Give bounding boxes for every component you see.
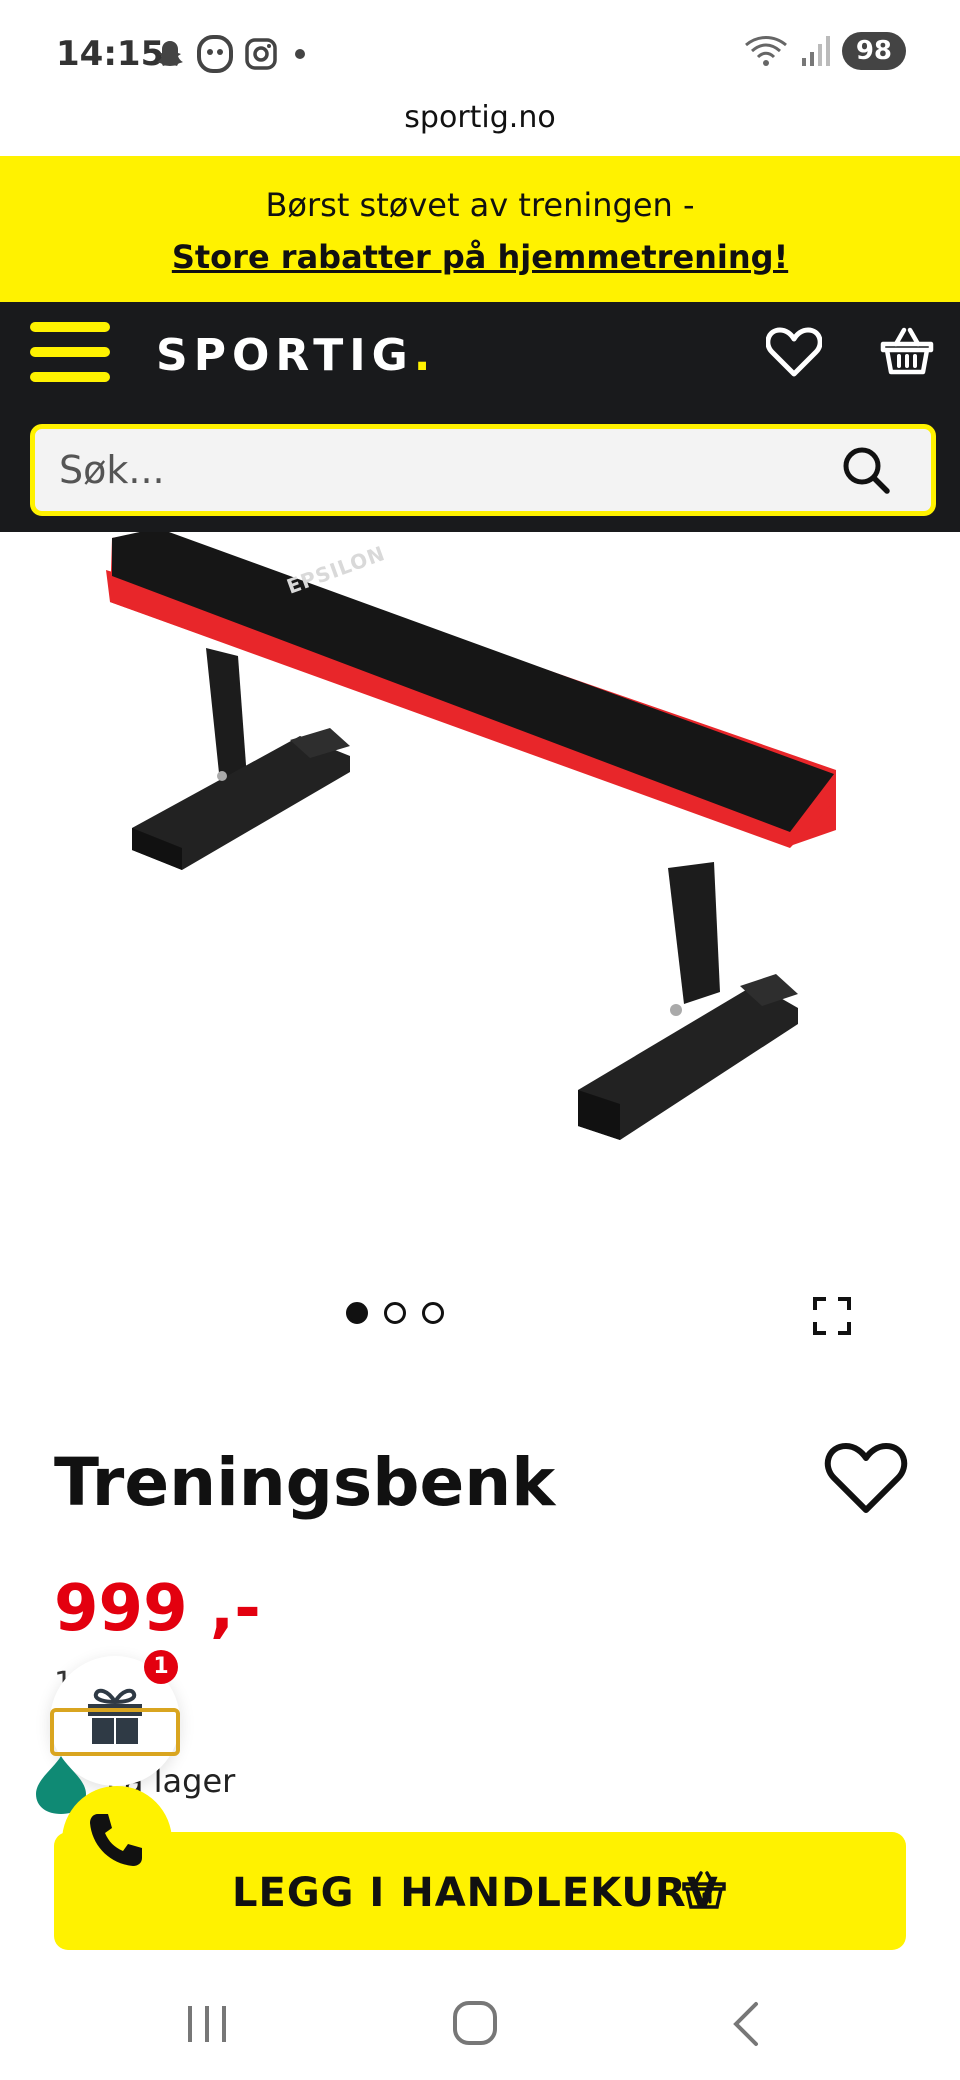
wishlist-heart-icon[interactable]: [766, 326, 822, 378]
browser-url[interactable]: sportig.no: [0, 100, 960, 135]
carousel-dot[interactable]: [422, 1302, 444, 1324]
add-to-cart-button[interactable]: LEGG I HANDLEKURV: [54, 1832, 906, 1950]
cart-basket-icon: [682, 1871, 726, 1909]
search-bar[interactable]: [30, 424, 936, 516]
product-price: 999 ,-: [54, 1572, 261, 1646]
add-to-cart-label: LEGG I HANDLEKURV: [232, 1870, 719, 1916]
dot-icon: [295, 49, 305, 59]
recent-apps-icon[interactable]: [186, 2004, 228, 2044]
phone-icon: [90, 1814, 142, 1866]
gift-focus-outline: [50, 1708, 180, 1756]
wifi-icon: [744, 36, 787, 66]
carousel-dot[interactable]: [384, 1302, 406, 1324]
product-title: Treningsbenk: [54, 1444, 556, 1521]
gift-count-badge: 1: [144, 1650, 178, 1684]
status-time: 14:15: [56, 34, 165, 74]
search-input[interactable]: [57, 439, 821, 501]
back-icon[interactable]: [730, 2000, 760, 2048]
face-icon: [197, 35, 233, 73]
signal-icon: [801, 36, 830, 66]
home-icon[interactable]: [452, 2000, 498, 2046]
site-logo[interactable]: SPORTIG.: [156, 330, 436, 381]
promo-text: Børst støvet av treningen -: [265, 186, 695, 224]
snapchat-icon: [157, 41, 183, 66]
basket-icon[interactable]: [880, 326, 934, 378]
status-system-icons: 98: [744, 32, 906, 70]
carousel-dot[interactable]: [346, 1302, 368, 1324]
promo-link[interactable]: Store rabatter på hjemmetrening!: [0, 238, 960, 276]
promo-banner[interactable]: Børst støvet av treningen - Store rabatt…: [0, 156, 960, 302]
hamburger-menu-icon[interactable]: [30, 322, 110, 382]
phone-call-widget[interactable]: [62, 1786, 172, 1896]
instagram-icon: [245, 38, 277, 70]
product-image[interactable]: EPSILON: [0, 532, 960, 1252]
carousel-indicators[interactable]: [346, 1302, 444, 1324]
bench-brand-logo: EPSILON: [284, 541, 389, 599]
battery-indicator: 98: [841, 32, 906, 70]
status-notification-icons: [154, 32, 312, 76]
fullscreen-icon[interactable]: [812, 1296, 852, 1336]
product-wishlist-heart-icon[interactable]: [824, 1440, 908, 1516]
search-icon[interactable]: [841, 445, 891, 495]
